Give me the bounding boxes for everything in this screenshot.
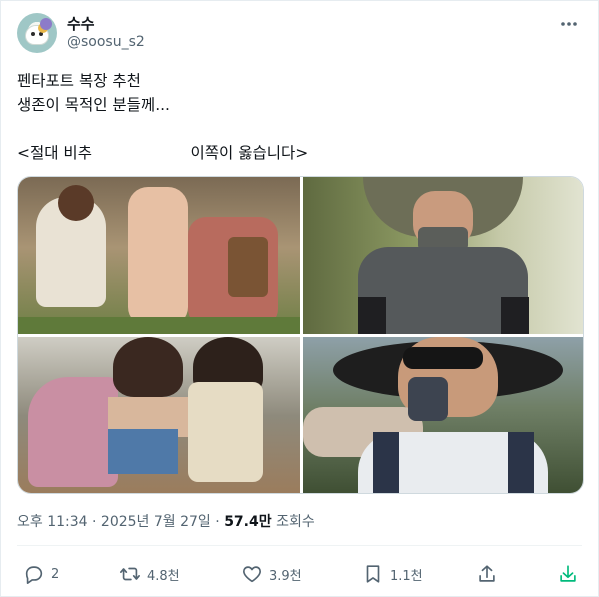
media-photo-uv-protection[interactable]: [303, 337, 583, 493]
avatar-eye: [39, 32, 43, 36]
like-button[interactable]: 3.9천: [241, 561, 302, 587]
media-grid[interactable]: [17, 176, 584, 494]
view-count: 57.4만: [224, 514, 272, 530]
divider: [17, 545, 582, 546]
action-bar: 2 4.8천 3.9천 1.1천: [1, 561, 599, 587]
tweet-meta: 오후 11:34 · 2025년 7월 27일 · 57.4만 조회수: [17, 511, 315, 531]
reply-button[interactable]: 2: [23, 561, 59, 587]
tweet-line: 펜타포트 복장 추천: [17, 72, 141, 90]
tweet-date[interactable]: 2025년 7월 27일: [101, 514, 211, 530]
tweet-text: 펜타포트 복장 추천 생존이 목적인 분들께... <절대 비추 이쪽이 옳습니…: [17, 69, 577, 165]
meta-separator: ·: [215, 514, 220, 530]
like-count: 3.9천: [269, 568, 302, 584]
bookmark-count: 1.1천: [390, 568, 423, 584]
meta-separator: ·: [92, 514, 97, 530]
retweet-count: 4.8천: [147, 568, 180, 584]
download-icon: [560, 565, 576, 582]
media-photo-sun-hat[interactable]: [303, 177, 583, 334]
avatar-eye: [31, 32, 35, 36]
tweet-card: 수수 @soosu_s2 펜타포트 복장 추천 생존이 목적인 분들께... <…: [0, 0, 599, 597]
tweet-line: <절대 비추 이쪽이 옳습니다>: [17, 144, 309, 162]
share-icon: [479, 565, 495, 582]
view-label: 조회수: [276, 514, 315, 530]
tweet-time[interactable]: 오후 11:34: [17, 514, 88, 530]
media-photo-crochet-outfits[interactable]: [18, 337, 300, 493]
bookmark-icon: [366, 565, 380, 583]
reply-icon: [25, 566, 43, 584]
avatar-flower: [40, 18, 52, 30]
tweet-line: [17, 117, 577, 141]
bookmark-button[interactable]: 1.1천: [362, 561, 423, 587]
retweet-button[interactable]: 4.8천: [119, 561, 180, 587]
author-handle[interactable]: @soosu_s2: [67, 34, 145, 50]
download-button[interactable]: [557, 561, 579, 587]
author-name[interactable]: 수수: [67, 13, 95, 34]
reply-count: 2: [51, 566, 60, 582]
more-icon[interactable]: [558, 15, 580, 33]
avatar[interactable]: [17, 13, 57, 53]
share-button[interactable]: [476, 561, 498, 587]
media-photo-festival-outfit[interactable]: [18, 177, 300, 334]
like-icon: [243, 566, 261, 583]
retweet-icon: [120, 567, 140, 581]
tweet-line: 생존이 목적인 분들께...: [17, 96, 170, 114]
